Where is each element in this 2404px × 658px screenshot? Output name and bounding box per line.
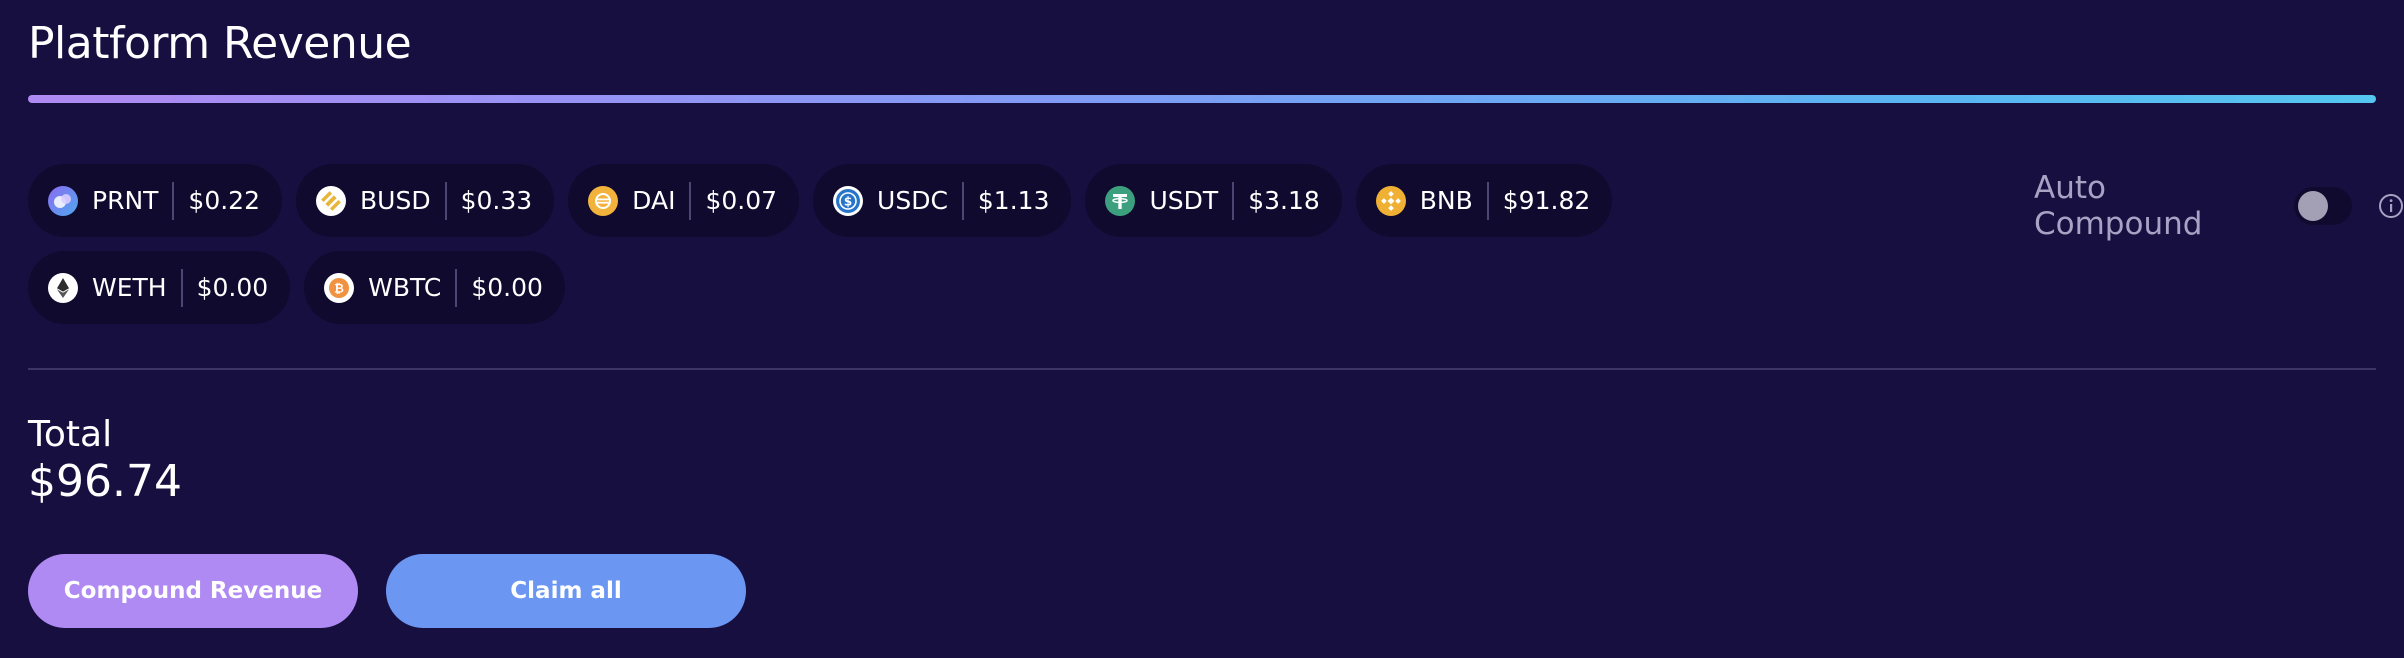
token-chip-usdc: $ USDC $1.13 xyxy=(813,164,1072,237)
usdc-token-icon: $ xyxy=(833,185,864,216)
platform-revenue-panel: Platform Revenue PRNT $0.22 BUSD $0.33 D… xyxy=(0,0,2404,658)
token-divider xyxy=(180,268,183,307)
token-symbol: BNB xyxy=(1419,186,1473,215)
token-chip-usdt: USDT $3.18 xyxy=(1085,164,1342,237)
token-value: $0.07 xyxy=(705,186,778,215)
auto-compound-control: Auto Compound xyxy=(2034,170,2404,242)
svg-text:₿: ₿ xyxy=(334,281,344,295)
token-value: $0.00 xyxy=(471,273,543,302)
info-icon[interactable] xyxy=(2378,193,2404,219)
token-symbol: USDC xyxy=(877,186,948,215)
auto-compound-toggle[interactable] xyxy=(2293,187,2352,225)
page-title: Platform Revenue xyxy=(28,18,412,69)
token-value: $0.22 xyxy=(188,186,260,215)
token-divider xyxy=(1486,181,1489,220)
token-divider xyxy=(961,181,964,220)
token-value: $0.00 xyxy=(196,273,269,302)
token-divider xyxy=(1232,181,1235,220)
token-chip-wbtc: ₿ WBTC $0.00 xyxy=(304,251,565,324)
token-value: $3.18 xyxy=(1248,186,1320,215)
claim-all-button[interactable]: Claim all xyxy=(386,554,746,628)
token-value: $91.82 xyxy=(1502,186,1591,215)
total-value: $96.74 xyxy=(28,456,182,507)
toggle-knob xyxy=(2297,191,2328,221)
token-divider xyxy=(455,268,458,307)
token-chip-busd: BUSD $0.33 xyxy=(296,164,555,237)
busd-token-icon xyxy=(316,185,346,216)
token-symbol: PRNT xyxy=(92,186,159,215)
dai-token-icon xyxy=(588,185,619,216)
compound-revenue-button[interactable]: Compound Revenue xyxy=(28,554,358,628)
token-divider xyxy=(689,181,692,220)
bnb-token-icon xyxy=(1375,185,1406,216)
token-chip-bnb: BNB $91.82 xyxy=(1355,164,1613,237)
token-symbol: BUSD xyxy=(360,186,431,215)
title-gradient-bar xyxy=(28,95,2376,103)
token-symbol: WETH xyxy=(92,273,167,302)
svg-text:$: $ xyxy=(844,194,852,208)
token-chip-weth: WETH $0.00 xyxy=(28,251,291,324)
token-divider xyxy=(172,181,175,220)
wbtc-token-icon: ₿ xyxy=(324,272,355,303)
token-symbol: USDT xyxy=(1149,186,1219,215)
usdt-token-icon xyxy=(1105,185,1136,216)
token-symbol: DAI xyxy=(632,186,676,215)
section-divider xyxy=(28,368,2376,370)
token-list: PRNT $0.22 BUSD $0.33 DAI $0.07 $ USDC $… xyxy=(28,164,1788,324)
token-divider xyxy=(444,181,447,220)
token-value: $1.13 xyxy=(977,186,1050,215)
auto-compound-label: Auto Compound xyxy=(2034,170,2203,242)
prnt-token-icon xyxy=(48,185,78,216)
token-value: $0.33 xyxy=(460,186,533,215)
weth-token-icon xyxy=(48,272,78,303)
token-symbol: WBTC xyxy=(368,273,442,302)
token-chip-dai: DAI $0.07 xyxy=(568,164,800,237)
total-label: Total xyxy=(28,414,113,455)
token-chip-prnt: PRNT $0.22 xyxy=(28,164,282,237)
